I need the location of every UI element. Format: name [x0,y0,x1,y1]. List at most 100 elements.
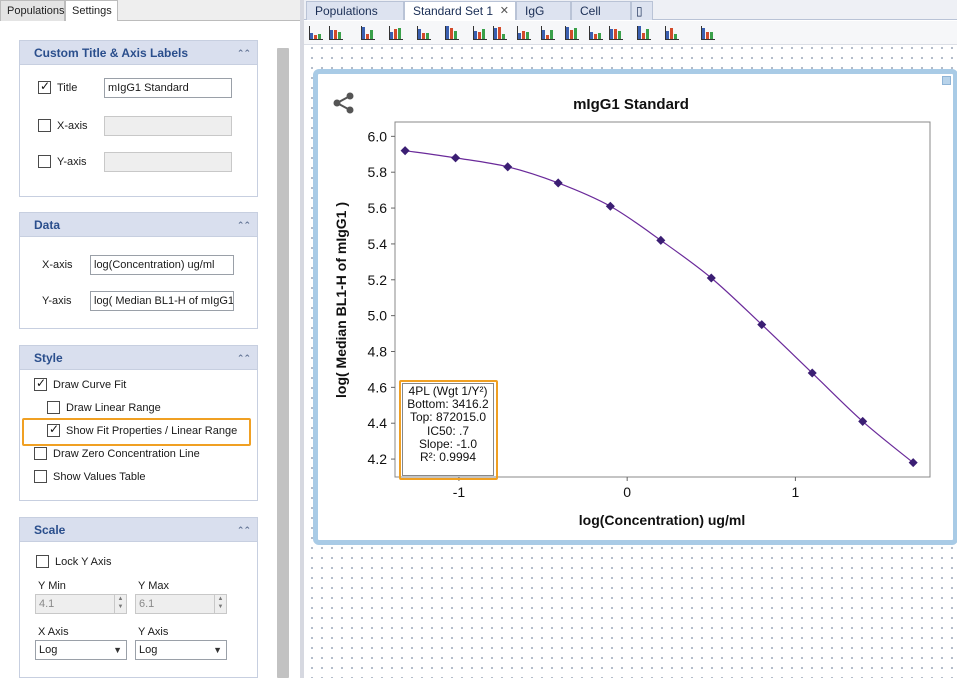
settings-scrollbar[interactable] [277,48,289,678]
left-panel: Populations Settings Custom Title & Axis… [0,0,300,678]
y-tick-label: 6.0 [368,128,388,144]
chart-title: mIgG1 Standard [573,96,689,113]
y-tick-label: 5.4 [368,236,388,252]
x-axis-scale-label: X Axis [38,626,69,638]
scale-panel: Scale ⌃⌃ Lock Y Axis Y Min 4.1 ▲ ▼ Y Max … [19,517,258,678]
arrange-icon[interactable] [700,25,716,41]
x-tick-label: -1 [453,484,466,500]
draw-zero-concentration-label[interactable]: Draw Zero Concentration Line [53,444,200,464]
grid-icon[interactable] [540,25,556,41]
data-header[interactable]: Data ⌃⌃ [20,213,257,237]
show-values-table-checkbox[interactable] [34,470,47,483]
y-min-value: 4.1 [39,598,55,610]
fit-ic50: IC50: .7 [426,423,470,438]
lock-y-axis-checkbox[interactable] [36,555,49,568]
draw-linear-range-checkbox[interactable] [47,401,60,414]
custom-title-header[interactable]: Custom Title & Axis Labels ⌃⌃ [20,41,257,65]
data-point [553,178,563,188]
data-point [503,162,513,172]
x-tick-label: 0 [623,484,631,500]
y-tick-label: 4.4 [368,415,388,431]
style-header[interactable]: Style ⌃⌃ [20,346,257,370]
new-page-icon: ▯ [636,4,643,18]
tab-igg[interactable]: IgG [516,1,571,20]
draw-curve-fit-checkbox[interactable] [34,376,47,391]
y-tick-label: 5.8 [368,164,388,180]
x-axis-scale-select[interactable]: Log ▼ [35,640,127,660]
plot-icon[interactable] [308,25,324,41]
close-icon[interactable]: ✕ [500,2,509,20]
data-panel: Data ⌃⌃ X-axis log(Concentration) ug/ml … [19,212,258,329]
bar-chart-icon[interactable] [388,25,404,41]
scatter-icon[interactable] [416,25,432,41]
document-area: Populations Standard Set 1 ✕ IgG Cell ▯ … [304,0,957,678]
y-axis-scale-select[interactable]: Log ▼ [135,640,227,660]
xaxis-checkbox[interactable] [38,119,51,132]
gate-icon[interactable] [608,25,624,41]
data-point [400,146,410,156]
x-axis-title: log(Concentration) ug/ml [579,512,745,528]
y-min-label: Y Min [38,580,66,592]
tab-cell[interactable]: Cell [571,1,631,20]
layout-icon[interactable] [664,25,680,41]
collapse-icon[interactable]: ⌃⌃ [237,213,251,237]
title-label: Title [57,82,78,94]
tab-populations[interactable]: Populations [0,0,65,22]
yaxis-checkbox[interactable] [38,155,51,168]
y-tick-label: 4.6 [368,379,388,395]
heatmap-icon[interactable] [516,25,532,41]
table-icon[interactable] [588,25,604,41]
data-header-label: Data [34,218,61,232]
x-axis-scale-value: Log [39,644,58,656]
standard-curve-icon[interactable] [564,25,580,41]
y-max-value: 6.1 [139,598,155,610]
tab-standard-set-1[interactable]: Standard Set 1 ✕ [404,1,516,20]
data-xaxis-label: X-axis [42,259,73,271]
style-header-label: Style [34,351,63,365]
y-axis-title: log( Median BL1-H of mIgG1 ) [333,202,349,398]
collapse-icon[interactable]: ⌃⌃ [237,518,251,542]
y-max-label: Y Max [138,580,169,592]
title-input[interactable]: mIgG1 Standard [104,78,232,98]
new-tab-button[interactable]: ▯ [631,1,653,20]
title-checkbox[interactable] [38,79,51,94]
list-icon[interactable] [636,25,652,41]
y-max-input[interactable]: 6.1 ▲ ▼ [135,594,227,614]
scale-header[interactable]: Scale ⌃⌃ [20,518,257,542]
y-tick-label: 5.2 [368,272,388,288]
left-tab-strip: Populations Settings [0,0,300,22]
y-tick-label: 4.8 [368,343,388,359]
fit-properties-box: 4PL (Wgt 1/Y²) Bottom: 3416.2 Top: 87201… [402,383,494,476]
contour-icon[interactable] [472,25,488,41]
lock-y-axis-label[interactable]: Lock Y Axis [55,552,111,572]
sum-icon[interactable] [492,25,508,41]
data-xaxis-field: log(Concentration) ug/ml [90,255,234,275]
collapse-icon[interactable]: ⌃⌃ [237,346,251,370]
add-plot-icon[interactable] [328,25,344,41]
scale-header-label: Scale [34,523,66,537]
xaxis-input[interactable] [104,116,232,136]
y-min-input[interactable]: 4.1 ▲ ▼ [35,594,127,614]
data-yaxis-field: log( Median BL1-H of mIgG1 [90,291,234,311]
y-max-spinner[interactable]: ▲ ▼ [214,595,226,613]
chart-card: mIgG1 Standard 4.2 4.4 4.6 4.8 5.0 5.2 5.4 5.6 5… [313,69,957,545]
draw-linear-range-label[interactable]: Draw Linear Range [66,398,161,418]
fit-r2: R²: 0.9994 [419,450,477,465]
show-values-table-label[interactable]: Show Values Table [53,467,146,487]
collapse-icon[interactable]: ⌃⌃ [237,41,251,65]
tab-populations-doc[interactable]: Populations [306,1,404,20]
fit-top: Top: 872015.0 [409,410,487,425]
data-point [605,201,615,211]
y-min-spinner[interactable]: ▲ ▼ [114,595,126,613]
chevron-down-icon: ▼ [113,645,122,655]
yaxis-input[interactable] [104,152,232,172]
draw-zero-concentration-checkbox[interactable] [34,447,47,460]
draw-curve-fit-label[interactable]: Draw Curve Fit [53,375,126,395]
chevron-down-icon: ▼ [213,645,222,655]
tab-standard-set-1-label: Standard Set 1 [413,4,494,18]
histogram-icon[interactable] [360,25,376,41]
density-icon[interactable] [444,25,460,41]
document-tab-strip: Populations Standard Set 1 ✕ IgG Cell ▯ [304,0,957,20]
tab-settings[interactable]: Settings [65,0,118,22]
data-point [451,153,461,163]
